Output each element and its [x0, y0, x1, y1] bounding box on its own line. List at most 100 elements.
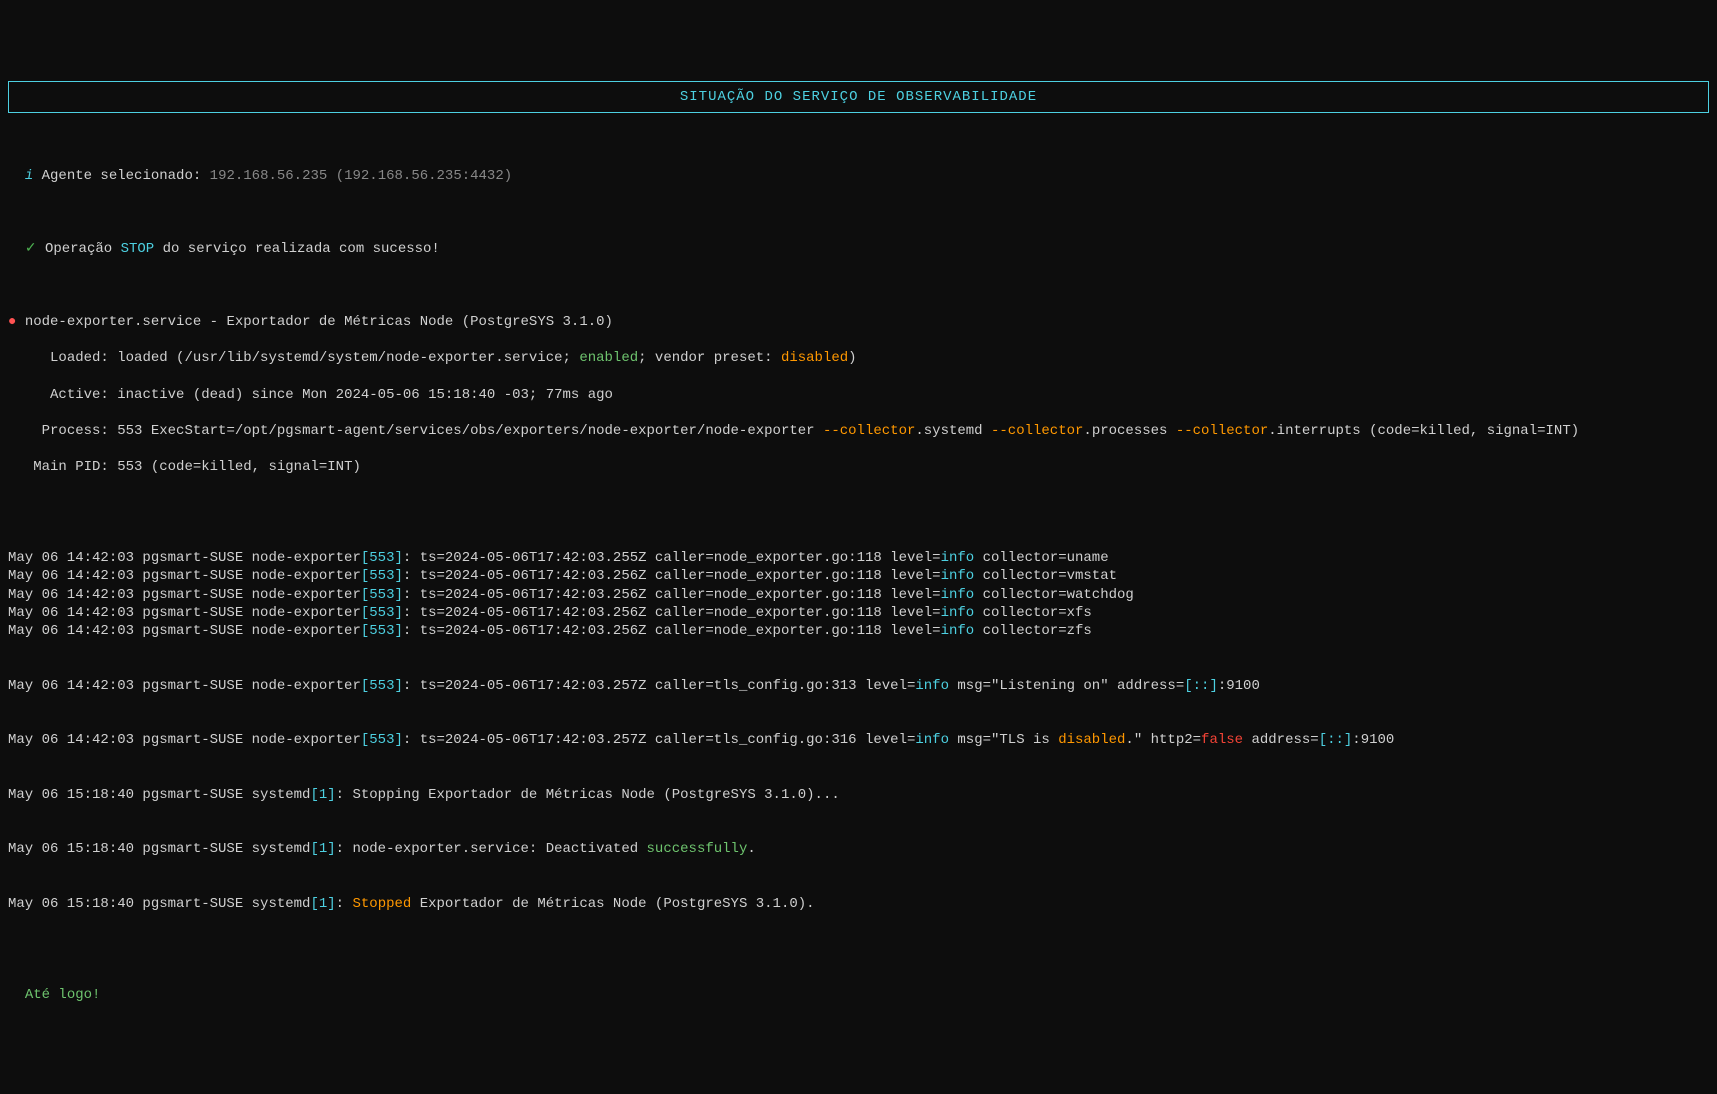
op-action: STOP [121, 241, 155, 257]
bracket-open: [ [361, 587, 369, 603]
bracket-close: ] [394, 605, 402, 621]
log-ts: May 06 15:18:40 pgsmart-SUSE systemd [8, 896, 310, 912]
log-port: :9100 [1352, 732, 1394, 748]
log-port: :9100 [1218, 678, 1260, 694]
loaded-line: Loaded: loaded (/usr/lib/systemd/system/… [8, 349, 1709, 367]
log-body2: msg="TLS is [949, 732, 1058, 748]
log-listen: May 06 14:42:03 pgsmart-SUSE node-export… [8, 677, 1709, 695]
disabled-preset: disabled [781, 350, 848, 366]
collector-flag2: --collector [991, 423, 1083, 439]
log-body2: . [747, 841, 755, 857]
bracket-close: ] [327, 841, 335, 857]
bracket-close: ] [394, 732, 402, 748]
log-stop: May 06 15:18:40 pgsmart-SUSE systemd[1]:… [8, 786, 1709, 804]
log-stopped: May 06 15:18:40 pgsmart-SUSE systemd[1]:… [8, 895, 1709, 913]
log-ts: May 06 14:42:03 pgsmart-SUSE node-export… [8, 568, 361, 584]
log-pid: 1 [319, 787, 327, 803]
log-body1: : ts=2024-05-06T17:42:03.256Z caller=nod… [403, 605, 941, 621]
op-suffix: do serviço realizada com sucesso! [154, 241, 440, 257]
log-ts: May 06 14:42:03 pgsmart-SUSE node-export… [8, 587, 361, 603]
log-ts: May 06 14:42:03 pgsmart-SUSE node-export… [8, 678, 361, 694]
bracket-open: [ [310, 896, 318, 912]
log-body4: address= [1243, 732, 1319, 748]
log-body2: collector=vmstat [974, 568, 1117, 584]
process-label: Process: [42, 423, 109, 439]
bracket-open: [ [361, 623, 369, 639]
log-pid: 553 [369, 678, 394, 694]
bracket-open: [ [361, 605, 369, 621]
log-ts: May 06 15:18:40 pgsmart-SUSE systemd [8, 841, 310, 857]
log-body1: : ts=2024-05-06T17:42:03.256Z caller=nod… [403, 623, 941, 639]
bracket-open: [ [361, 732, 369, 748]
header-title: SITUAÇÃO DO SERVIÇO DE OBSERVABILIDADE [680, 89, 1037, 105]
log-body2: collector=uname [974, 550, 1108, 566]
sep: - [201, 314, 226, 330]
agent-ip: 192.168.56.235 [210, 168, 328, 184]
log-level: info [915, 678, 949, 694]
footer-line: Até logo! [8, 986, 1709, 1004]
header-title-box: SITUAÇÃO DO SERVIÇO DE OBSERVABILIDADE [8, 81, 1709, 113]
log-level: info [915, 732, 949, 748]
collector-val3: .interrupts (code=killed, signal=INT) [1268, 423, 1579, 439]
log-false: false [1201, 732, 1243, 748]
active-label: Active: [50, 387, 109, 403]
log-ts: May 06 14:42:03 pgsmart-SUSE node-export… [8, 732, 361, 748]
log-pid: 553 [369, 587, 394, 603]
agent-addr: (192.168.56.235:4432) [336, 168, 512, 184]
log-disabled: disabled [1058, 732, 1125, 748]
log-level: info [941, 568, 975, 584]
log-pid: 553 [369, 623, 394, 639]
service-header: ● node-exporter.service - Exportador de … [8, 313, 1709, 331]
collector-flag3: --collector [1176, 423, 1268, 439]
log-stopped-word: Stopped [352, 896, 411, 912]
service-name: node-exporter.service [25, 314, 201, 330]
op-prefix: Operação [45, 241, 121, 257]
enabled-text: enabled [579, 350, 638, 366]
log-pid: 553 [369, 732, 394, 748]
log-line: May 06 14:42:03 pgsmart-SUSE node-export… [8, 622, 1709, 640]
log-body2: collector=xfs [974, 605, 1092, 621]
log-body3: ." http2= [1125, 732, 1201, 748]
log-body2: msg="Listening on" address= [949, 678, 1184, 694]
agent-line: i Agente selecionado: 192.168.56.235 (19… [8, 167, 1709, 185]
process-line: Process: 553 ExecStart=/opt/pgsmart-agen… [8, 422, 1709, 440]
agent-label: Agente selecionado: [42, 168, 202, 184]
status-dot-icon: ● [8, 314, 16, 330]
check-icon: ✓ [25, 241, 37, 257]
log-line: May 06 14:42:03 pgsmart-SUSE node-export… [8, 586, 1709, 604]
service-desc: Exportador de Métricas Node (PostgreSYS … [226, 314, 612, 330]
bracket-open: [ [361, 568, 369, 584]
log-container: May 06 14:42:03 pgsmart-SUSE node-export… [8, 549, 1709, 640]
bracket-close: ] [394, 587, 402, 603]
active-line: Active: inactive (dead) since Mon 2024-0… [8, 386, 1709, 404]
log-body2: collector=watchdog [974, 587, 1134, 603]
bracket-close: ] [394, 568, 402, 584]
log-body1: : ts=2024-05-06T17:42:03.257Z caller=tls… [403, 678, 915, 694]
bracket-open: [ [361, 678, 369, 694]
mainpid-line: Main PID: 553 (code=killed, signal=INT) [8, 458, 1709, 476]
log-deact: May 06 15:18:40 pgsmart-SUSE systemd[1]:… [8, 840, 1709, 858]
log-ts: May 06 15:18:40 pgsmart-SUSE systemd [8, 787, 310, 803]
loaded-text2: ; vendor preset: [638, 350, 781, 366]
operation-line: ✓ Operação STOP do serviço realizada com… [8, 240, 1709, 258]
log-tls: May 06 14:42:03 pgsmart-SUSE node-export… [8, 731, 1709, 749]
log-level: info [941, 605, 975, 621]
bracket-close: ] [394, 623, 402, 639]
log-addr: [::] [1319, 732, 1353, 748]
collector-flag1: --collector [823, 423, 915, 439]
log-body1: : ts=2024-05-06T17:42:03.255Z caller=nod… [403, 550, 941, 566]
log-body1: : ts=2024-05-06T17:42:03.257Z caller=tls… [403, 732, 915, 748]
log-body2: collector=zfs [974, 623, 1092, 639]
log-pid: 553 [369, 568, 394, 584]
loaded-text3: ) [848, 350, 856, 366]
blank-line [8, 495, 1709, 513]
bracket-close: ] [327, 787, 335, 803]
bracket-close: ] [394, 550, 402, 566]
log-level: info [941, 587, 975, 603]
bracket-close: ] [394, 678, 402, 694]
log-ts: May 06 14:42:03 pgsmart-SUSE node-export… [8, 605, 361, 621]
log-pid: 1 [319, 896, 327, 912]
log-pid: 553 [369, 605, 394, 621]
log-pid: 1 [319, 841, 327, 857]
log-body1: : ts=2024-05-06T17:42:03.256Z caller=nod… [403, 587, 941, 603]
